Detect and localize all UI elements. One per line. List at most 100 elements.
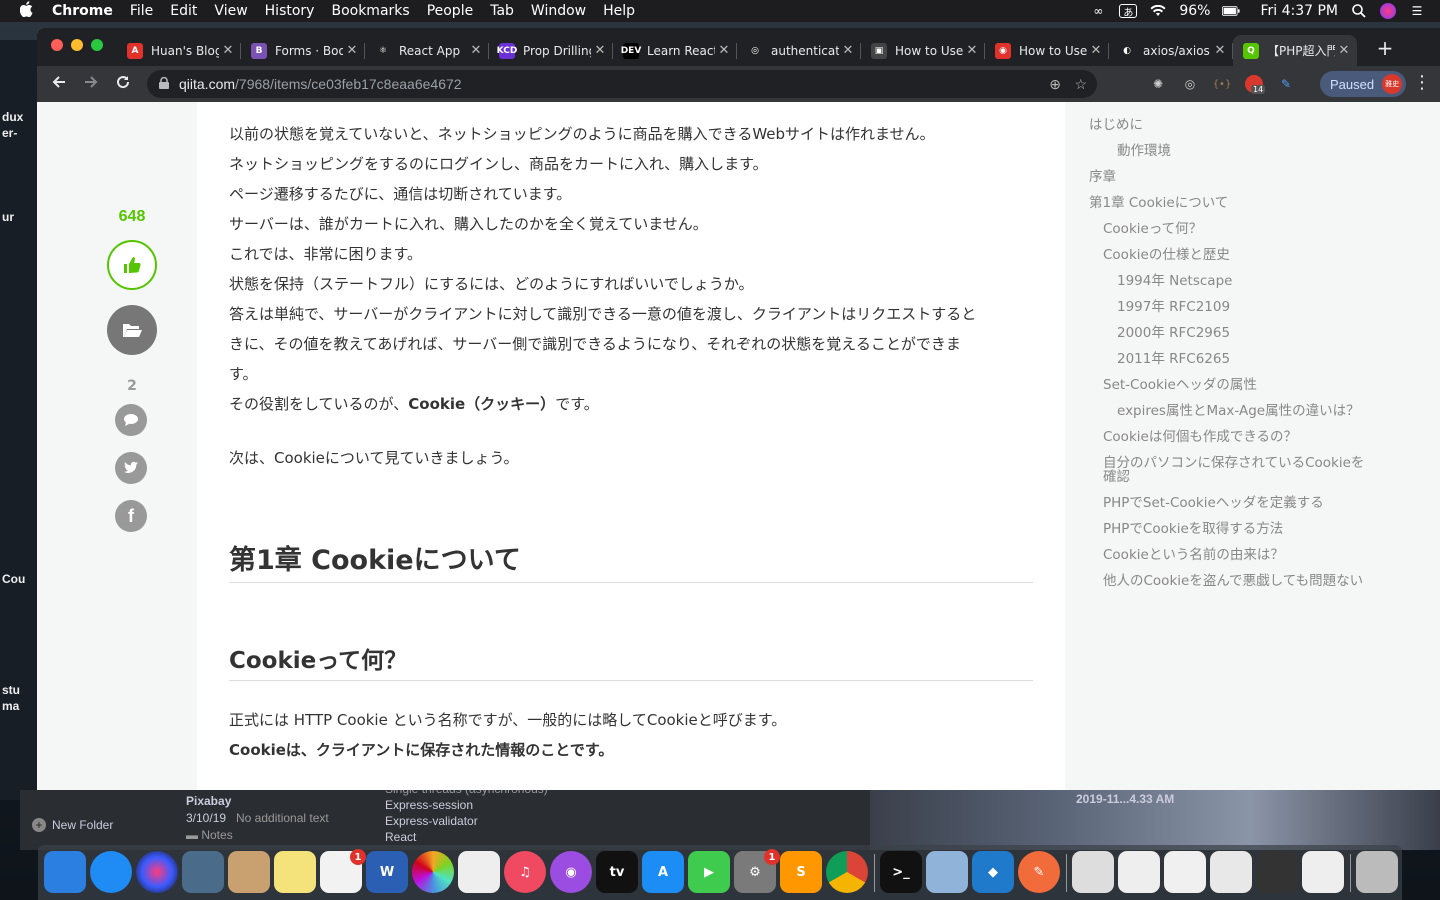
creative-cloud-icon[interactable]: ∞ [1089,4,1107,18]
close-tab-icon[interactable]: ✕ [963,43,981,58]
control-list-icon[interactable]: ☰ [1408,4,1426,18]
menu-bookmarks[interactable]: Bookmarks [331,3,409,19]
toc-item[interactable]: Cookieって何？ [1103,221,1202,237]
podcasts-icon[interactable]: ◉ [550,851,592,893]
new-folder-button[interactable]: + New Folder [32,818,113,832]
toc-item[interactable]: Set-Cookieヘッダの属性 [1103,377,1257,393]
close-window-button[interactable] [51,39,63,51]
install-app-icon[interactable]: ⊕ [1049,76,1061,93]
profile-button[interactable]: Paused 雅史 [1320,71,1407,97]
extension-gear-icon[interactable]: ✺ [1149,75,1167,93]
mail-icon[interactable] [182,851,224,893]
toc-item[interactable]: はじめに [1089,117,1143,133]
word-icon[interactable]: W [366,851,408,893]
toc-item[interactable]: PHPでCookieを取得する方法 [1103,521,1283,537]
menu-history[interactable]: History [265,3,315,19]
browser-tab[interactable]: ▣ How to Use ✕ [861,35,985,66]
safari-icon[interactable] [90,851,132,893]
like-button[interactable] [107,240,157,290]
browser-tab[interactable]: ◎ authentication✕ [737,35,861,66]
extension-target-icon[interactable]: ◎ [1181,75,1199,93]
browser-tab[interactable]: B Forms · Bootstrap✕ [241,35,365,66]
note-title[interactable]: Pixabay [186,794,231,808]
address-bar[interactable]: qiita.com/7968/items/ce03feb17c8eaa6e467… [147,70,1097,98]
contacts-icon[interactable] [228,851,270,893]
toc-item[interactable]: 1994年 Netscape [1117,273,1232,289]
window-thumb-3[interactable] [1164,851,1206,893]
toc-item[interactable]: 2000年 RFC2965 [1117,325,1230,341]
vscode-icon[interactable]: ◆ [972,851,1014,893]
close-tab-icon[interactable]: ✕ [839,43,857,58]
siri-app-icon[interactable] [136,851,178,893]
input-method-icon[interactable]: あ [1119,4,1138,19]
toc-item[interactable]: 自分のパソコンに保存されているCookieを [1103,455,1364,471]
battery-icon[interactable] [1222,4,1241,18]
browser-tab[interactable]: ◐ axios/axios ✕ [1109,35,1233,66]
close-tab-icon[interactable]: ✕ [715,43,733,58]
browser-tab[interactable]: KCD Prop Drilling ✕ [489,35,613,66]
terminal-icon[interactable]: >_ [880,851,922,893]
browser-tab[interactable]: Q 【PHP超入門】✕ [1233,35,1357,66]
toc-item[interactable]: 動作環境 [1117,143,1171,159]
close-tab-icon[interactable]: ✕ [1335,43,1353,58]
close-tab-icon[interactable]: ✕ [1087,43,1105,58]
extension-badge-icon[interactable]: 14 [1245,75,1266,94]
back-button[interactable] [43,74,75,95]
finder-icon[interactable] [44,851,86,893]
close-tab-icon[interactable]: ✕ [1211,43,1229,58]
close-tab-icon[interactable]: ✕ [467,43,485,58]
menu-tab[interactable]: Tab [490,3,514,19]
minimize-window-button[interactable] [71,39,83,51]
window-thumb-5[interactable] [1256,851,1298,893]
music-icon[interactable]: ♫ [504,851,546,893]
stock-button[interactable] [107,305,157,355]
extension-braces-icon[interactable]: {•} [1213,75,1232,93]
appstore-icon[interactable]: A [642,851,684,893]
toc-item[interactable]: 第1章 Cookieについて [1089,195,1228,211]
close-tab-icon[interactable]: ✕ [343,43,361,58]
toc-item[interactable]: 1997年 RFC2109 [1117,299,1230,315]
toc-item[interactable]: Cookieは何個も作成できるの？ [1103,429,1297,445]
toc-item[interactable]: PHPでSet-Cookieヘッダを定義する [1103,495,1324,511]
postman-icon[interactable]: ✎ [1018,851,1060,893]
menu-file[interactable]: File [130,3,153,19]
new-tab-button[interactable]: + [1371,36,1399,60]
appletv-icon[interactable]: tv [596,851,638,893]
zoom-window-button[interactable] [91,39,103,51]
chrome-menu-icon[interactable]: ⋮ [1413,72,1431,93]
close-tab-icon[interactable]: ✕ [219,43,237,58]
window-thumb-4[interactable] [1210,851,1252,893]
comment-button[interactable] [115,404,147,436]
toc-item[interactable]: expires属性とMax-Age属性の違いは？ [1117,403,1360,419]
close-tab-icon[interactable]: ✕ [591,43,609,58]
screenshot-file-label[interactable]: 2019-11...4.33 AM [1076,792,1174,806]
facebook-share-button[interactable]: f [115,500,147,532]
forward-button[interactable] [75,74,107,95]
window-thumb-2[interactable] [1118,851,1160,893]
preview-icon[interactable] [926,851,968,893]
toc-item[interactable]: 2011年 RFC6265 [1117,351,1230,367]
browser-tab[interactable]: ⚛ React App ✕ [365,35,489,66]
browser-tab[interactable]: A Huan's Blog ✕ [117,35,241,66]
system-preferences-icon[interactable]: ⚙ 1 [734,849,780,893]
extension-edit-icon[interactable]: ✎ [1277,75,1295,93]
toc-item[interactable]: 確認 [1103,469,1130,485]
browser-tab[interactable]: DEV Learn React ✕ [613,35,737,66]
menu-view[interactable]: View [214,3,247,19]
search-icon[interactable] [1350,4,1368,18]
menu-edit[interactable]: Edit [170,3,197,19]
window-thumb-6[interactable] [1302,851,1344,893]
notes-app-icon[interactable] [274,851,316,893]
menu-window[interactable]: Window [531,3,586,19]
apple-logo-icon[interactable] [19,1,34,21]
twitter-share-button[interactable] [115,452,147,484]
chrome-icon[interactable] [826,851,868,893]
toc-item[interactable]: Cookieの仕様と歴史 [1103,247,1230,263]
toc-item[interactable]: 序章 [1089,169,1116,185]
menu-chrome[interactable]: Chrome [52,3,113,19]
wifi-icon[interactable] [1149,4,1167,18]
photos-icon[interactable] [412,851,454,893]
trash-icon[interactable] [1356,851,1398,893]
menu-help[interactable]: Help [603,3,635,19]
sublime-text-icon[interactable]: S [780,851,822,893]
